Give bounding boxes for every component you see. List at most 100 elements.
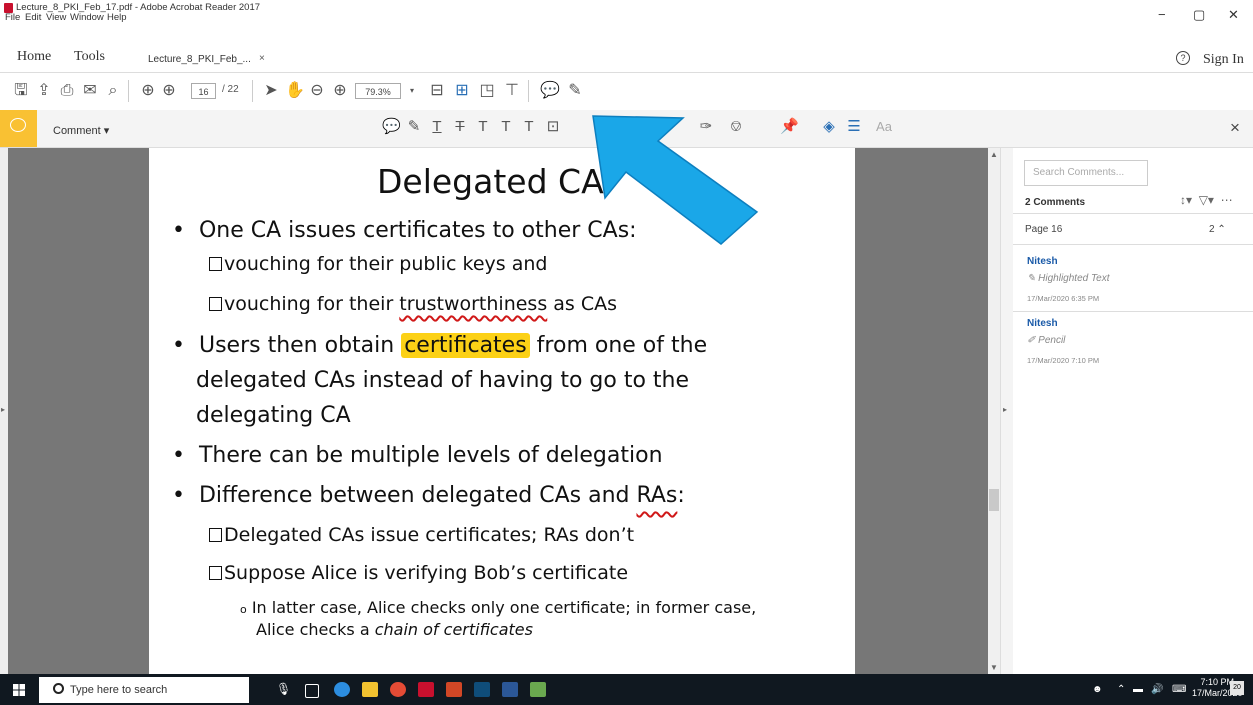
read-mode-icon[interactable]: ⊤ [503, 82, 521, 100]
sticky-note-icon[interactable]: 💬 [540, 82, 560, 100]
task-view-icon[interactable] [305, 684, 319, 698]
bullet-1: • One CA issues certificates to other CA… [172, 218, 637, 243]
underline-text-icon[interactable]: T [428, 118, 446, 136]
word-icon[interactable] [502, 682, 518, 697]
comment-bubble-icon [10, 118, 26, 132]
menu-file[interactable]: File [5, 12, 20, 23]
volume-icon[interactable]: 🔊 [1151, 684, 1163, 695]
maximize-button[interactable]: ▢ [1193, 7, 1205, 23]
strikethrough-text-icon[interactable]: T [451, 118, 469, 136]
save-icon[interactable]: 🖫 [12, 82, 30, 100]
checkbox-bullet-icon [209, 257, 222, 271]
replace-text-icon[interactable]: T [474, 118, 492, 136]
close-comment-toolbar-button[interactable]: × [1230, 118, 1240, 138]
zoom-out-icon[interactable]: ⊖ [308, 82, 326, 100]
comment-2-author[interactable]: Nitesh [1027, 318, 1058, 329]
fill-color-icon[interactable]: ◈ [820, 118, 838, 136]
previous-page-icon[interactable]: ⊕ [139, 82, 157, 100]
print-icon[interactable]: ⎙ [58, 82, 76, 100]
add-note-icon[interactable]: 💬 [382, 118, 401, 136]
powerpoint-icon[interactable] [446, 682, 462, 697]
close-window-button[interactable]: ✕ [1228, 7, 1239, 23]
minimize-button[interactable]: − [1158, 7, 1166, 22]
next-page-icon[interactable]: ⊕ [160, 82, 178, 100]
tab-tools[interactable]: Tools [74, 49, 105, 65]
edge-browser-icon[interactable] [334, 682, 350, 697]
tab-home[interactable]: Home [17, 49, 51, 65]
vertical-scrollbar[interactable] [988, 148, 1000, 674]
help-icon[interactable]: ? [1176, 51, 1190, 65]
comment-page-group-count[interactable]: 2 ⌃ [1209, 224, 1226, 235]
expand-left-panel-icon[interactable]: ▸ [1, 405, 5, 414]
scroll-down-icon[interactable]: ▼ [990, 663, 998, 672]
find-icon[interactable]: ⌕ [104, 82, 122, 100]
toolbar-divider [528, 80, 529, 102]
notifications-icon[interactable]: 20 [1230, 681, 1244, 695]
zoom-in-icon[interactable]: ⊕ [331, 82, 349, 100]
menu-view[interactable]: View [46, 12, 66, 23]
fit-page-icon[interactable]: ⊟ [428, 82, 446, 100]
people-icon[interactable]: ☻ [1092, 684, 1103, 695]
checkbox-bullet-icon [209, 297, 222, 311]
scroll-up-icon[interactable]: ▲ [990, 150, 998, 159]
photoshop-icon[interactable] [474, 682, 490, 697]
comments-sort-filter-icons[interactable]: ↕▾ ▽▾ ⋯ [1180, 193, 1233, 207]
tab-document-label: Lecture_8_PKI_Feb_... [148, 54, 251, 65]
collapse-right-panel-icon[interactable]: ▸ [1003, 405, 1007, 414]
sign-in-button[interactable]: Sign In [1203, 52, 1244, 68]
comment-1-author[interactable]: Nitesh [1027, 256, 1058, 267]
full-screen-icon[interactable]: ◳ [478, 82, 496, 100]
hand-tool-icon[interactable]: ✋ [285, 82, 305, 100]
chain-of-certificates-text: chain of certificates [374, 620, 533, 639]
fit-width-icon[interactable]: ⊞ [453, 82, 471, 100]
menu-window[interactable]: Window [70, 12, 104, 23]
battery-icon[interactable]: ▬ [1133, 684, 1143, 695]
tab-document[interactable]: Lecture_8_PKI_Feb_... × [130, 44, 275, 70]
sub-bullet-1b-text-end: as CAs [547, 293, 618, 315]
photos-icon[interactable] [530, 682, 546, 697]
comment-menu[interactable]: Comment ▾ [53, 124, 109, 137]
menu-edit[interactable]: Edit [25, 12, 41, 23]
pencil-markup-trustworthiness[interactable]: trustworthiness [399, 293, 547, 315]
sub-bullet-4a-text: Delegated CAs issue certificates; RAs do… [224, 524, 635, 546]
line-weight-icon[interactable]: ☰ [845, 118, 863, 136]
keyboard-icon[interactable]: ⌨ [1172, 684, 1186, 695]
highlight-pen-icon[interactable]: ✎ [566, 82, 584, 100]
add-text-icon[interactable]: T [520, 118, 538, 136]
microphone-icon[interactable]: 🎙 [276, 682, 292, 697]
comment-1-type[interactable]: ✎ Highlighted Text [1027, 273, 1110, 284]
divider [1013, 311, 1253, 312]
divider [1013, 244, 1253, 245]
comment-menu-label: Comment [53, 125, 101, 137]
windows-start-icon[interactable] [13, 684, 25, 696]
highlight-text-icon[interactable]: ✎ [405, 118, 423, 136]
text-properties-icon[interactable]: Aa [873, 118, 895, 136]
scrollbar-thumb[interactable] [989, 489, 999, 511]
zoom-level-select[interactable]: 79.3% [355, 83, 401, 99]
page-number-input[interactable]: 16 [191, 83, 216, 99]
email-icon[interactable]: ✉ [81, 82, 99, 100]
pencil-markup-ras[interactable]: RAs [636, 483, 677, 508]
comment-2-type[interactable]: ✐ Pencil [1027, 335, 1065, 346]
insert-text-icon[interactable]: T [497, 118, 515, 136]
page-group-count-value: 2 [1209, 224, 1215, 235]
text-box-icon[interactable]: ⊡ [544, 118, 562, 136]
file-explorer-icon[interactable] [362, 682, 378, 697]
sub-sub-bullet-line-2-text: Alice checks a [256, 620, 375, 639]
select-arrow-icon[interactable]: ➤ [262, 82, 280, 100]
search-comments-input[interactable]: Search Comments... [1024, 160, 1148, 186]
comment-page-group[interactable]: Page 16 [1025, 224, 1062, 235]
comments-count: 2 Comments [1025, 197, 1086, 208]
acrobat-taskbar-icon[interactable] [418, 682, 434, 697]
highlight-certificates[interactable]: certificates [401, 333, 530, 358]
menu-help[interactable]: Help [107, 12, 127, 23]
taskbar-search-placeholder: Type here to search [70, 684, 168, 696]
pin-icon[interactable]: 📌 [780, 118, 799, 136]
checkbox-bullet-icon [209, 566, 222, 580]
pencil-icon: ✐ [1027, 335, 1036, 346]
chrome-icon[interactable] [390, 682, 406, 697]
upload-cloud-icon[interactable]: ⇪ [35, 82, 53, 100]
zoom-dropdown-icon[interactable]: ▾ [403, 82, 421, 100]
close-tab-icon[interactable]: × [259, 53, 265, 64]
tray-chevron-icon[interactable]: ⌃ [1117, 684, 1125, 695]
